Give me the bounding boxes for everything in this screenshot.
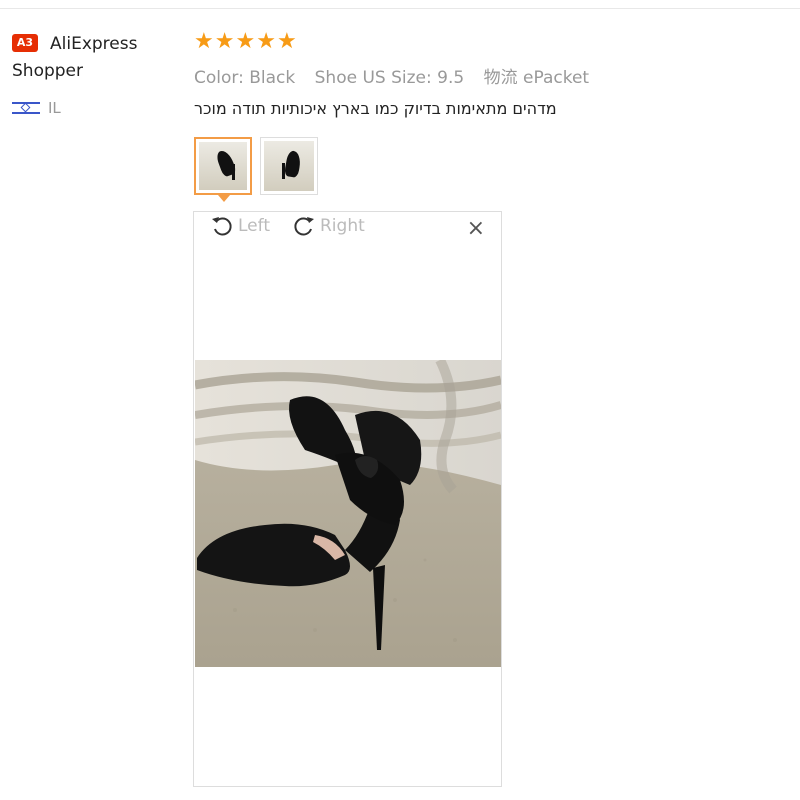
color-value: Black [249, 68, 296, 88]
order-attributes: Color: Black Shoe US Size: 9.5 物流 ePacke… [194, 63, 603, 88]
rotate-right-icon [294, 217, 314, 236]
shoe-photo-thumbnail [264, 141, 314, 191]
photo-thumbnail[interactable] [260, 137, 318, 195]
israel-flag-icon [12, 99, 40, 117]
star-icon: ★ [194, 29, 214, 54]
shoe-photo-thumbnail [199, 142, 247, 190]
close-viewer-button[interactable]: × [467, 218, 485, 240]
star-icon: ★ [214, 29, 235, 54]
shoe-photo-image [195, 360, 501, 667]
country-code: IL [48, 99, 61, 117]
shipping-label: 物流 [483, 68, 518, 88]
color-label: Color: [194, 68, 244, 88]
reviewer-name: AliExpress Shopper [12, 34, 138, 81]
shipping-value: ePacket [523, 68, 590, 88]
top-divider [0, 8, 800, 9]
rotate-left-button[interactable]: Left [210, 214, 270, 238]
star-icon: ★ [256, 29, 276, 54]
rotate-right-label: Right [320, 216, 365, 236]
star-icon: ★ [276, 29, 297, 54]
rotate-left-icon [212, 217, 232, 236]
rotate-right-button[interactable]: Right [292, 214, 365, 238]
review-photo-thumbnails [194, 137, 318, 202]
reviewer-country: IL [12, 98, 61, 118]
image-viewer: Left Right × [193, 211, 502, 787]
size-value: 9.5 [437, 68, 465, 88]
size-label: Shoe US Size: [314, 68, 432, 88]
rotate-left-label: Left [238, 216, 270, 236]
review-text: מדהים מתאימות בדיוק כמו בארץ איכותיות תו… [194, 99, 557, 118]
star-rating: ★ ★ ★ ★ ★ [194, 31, 297, 53]
review-photo [195, 360, 501, 667]
photo-thumbnail-selected[interactable] [194, 137, 252, 202]
star-icon: ★ [235, 29, 256, 54]
